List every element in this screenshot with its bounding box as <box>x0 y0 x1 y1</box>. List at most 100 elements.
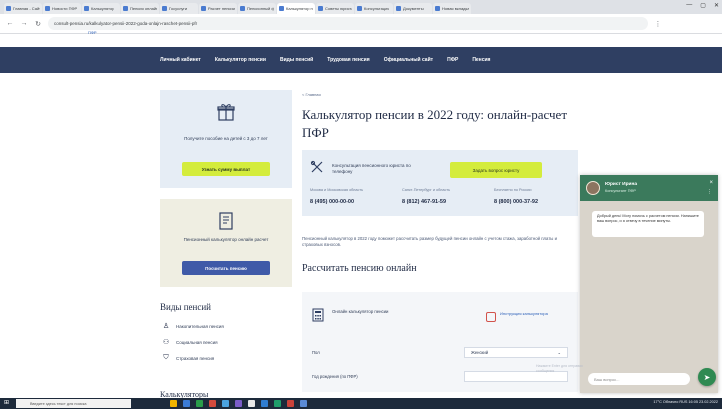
calculator-panel: Онлайн калькулятор пенсии Инструкция кал… <box>302 292 578 392</box>
maximize-icon[interactable]: ▢ <box>700 2 706 9</box>
chat-input[interactable]: Ваш вопрос... <box>588 373 690 385</box>
app-icon[interactable] <box>274 400 281 407</box>
site-nav-item[interactable]: ПФР <box>447 57 458 63</box>
phone-number[interactable]: 8 (812) 467-91-59 <box>402 199 486 205</box>
browser-tab-title: Расчет пенсии <box>208 6 235 11</box>
app-icon[interactable] <box>209 400 216 407</box>
person-icon: ♙ <box>162 323 170 330</box>
address-bar[interactable]: consult-pensia.ru/kalkulyator-pensii-202… <box>48 17 648 30</box>
gender-select[interactable]: Женский ⌄ <box>464 347 568 358</box>
pension-types-heading: Виды пенсий <box>160 302 211 312</box>
chevron-down-icon: ⌄ <box>557 350 561 355</box>
pension-type-item[interactable]: ♙ Накопительная пенсия <box>162 318 224 334</box>
browser-tab[interactable]: Пенсия онлайн <box>121 3 159 14</box>
extensions-icon[interactable]: ⋮ <box>654 20 662 28</box>
avatar <box>586 181 600 195</box>
word-icon[interactable] <box>261 400 268 407</box>
phone-number[interactable]: 8 (495) 000-00-00 <box>310 199 394 205</box>
windows-start-icon[interactable]: ⊞ <box>4 400 11 407</box>
back-icon[interactable]: ← <box>6 20 14 27</box>
browser-tab[interactable]: Новая вкладка <box>433 3 471 14</box>
ask-lawyer-button[interactable]: Задать вопрос юристу <box>450 162 542 178</box>
favicon-icon <box>6 6 11 11</box>
chat-header: Юрист Ирина Консультант ПФР × ⋮ <box>580 175 718 201</box>
app-icon[interactable] <box>287 400 294 407</box>
favicon-icon <box>396 6 401 11</box>
gender-select-value: Женский <box>471 350 489 355</box>
browser-tab-title: Консультация <box>364 6 390 11</box>
chat-message: Добрый день! Могу помочь с расчетом пенс… <box>592 211 704 237</box>
pension-type-item[interactable]: ⛉ Страховая пенсия <box>162 350 224 366</box>
calculator-instructions-link[interactable]: Инструкция калькулятора <box>500 311 556 316</box>
browser-tab-title: Пенсионный фонд <box>247 6 274 11</box>
pension-type-label: Накопительная пенсия <box>176 323 224 329</box>
benefits-amount-button[interactable]: Узнать сумму выплат <box>182 162 270 176</box>
close-icon[interactable]: ✕ <box>714 2 719 9</box>
gender-field-label: Пол <box>312 350 320 355</box>
favicon-icon <box>201 6 206 11</box>
browser-tab-title: Новости ПФР <box>52 6 78 11</box>
phone-item: Бесплатно по России 8 (800) 000-37-92 <box>486 188 578 205</box>
favicon-icon <box>162 6 167 11</box>
browser-tab-title: Новая вкладка <box>442 6 469 11</box>
app-icon[interactable] <box>300 400 307 407</box>
site-nav-item[interactable]: Пенсия <box>472 57 490 63</box>
pension-type-item[interactable]: ⚇ Социальная пенсия <box>162 334 224 350</box>
browser-tab[interactable]: Советы юриста <box>316 3 354 14</box>
phone-item: Москва и Московская область 8 (495) 000-… <box>302 188 394 205</box>
intro-paragraph: Пенсионный калькулятор в 2022 году помож… <box>302 236 557 248</box>
send-icon[interactable]: ➤ <box>698 368 716 386</box>
browser-tab[interactable]: Главная - Сайт <box>4 3 42 14</box>
site-nav-item[interactable]: Виды пенсий <box>280 57 313 63</box>
site-nav-item[interactable]: Личный кабинет <box>160 57 201 63</box>
page-title: Калькулятор пенсии в 2022 году: онлайн-р… <box>302 107 568 140</box>
card-benefits-text: Получите пособие на детей с 3 до 7 лет <box>184 136 268 141</box>
taskbar: ⊞ Введите здесь текст для поиска 17°C Об… <box>0 398 722 409</box>
browser-tab[interactable]: Документы <box>394 3 432 14</box>
site-nav-item[interactable]: Официальный сайт <box>384 57 433 63</box>
browser-toolbar: ← → ↻ consult-pensia.ru/kalkulyator-pens… <box>0 14 722 34</box>
favicon-icon <box>45 6 50 11</box>
chat-agent-name: Юрист Ирина <box>605 182 638 187</box>
phone-label: Бесплатно по России <box>494 188 532 192</box>
close-icon[interactable]: × <box>709 180 713 186</box>
browser-tab[interactable]: Госуслуги <box>160 3 198 14</box>
browser-tab[interactable]: Новости ПФР <box>43 3 81 14</box>
document-icon <box>219 212 233 230</box>
sidebar-card-calculator: Пенсионный калькулятор онлайн расчет Пос… <box>160 199 292 287</box>
sidebar-card-benefits: Получите пособие на детей с 3 до 7 лет У… <box>160 90 292 188</box>
breadcrumb[interactable]: < Главная <box>302 92 321 97</box>
app-icon[interactable] <box>235 400 242 407</box>
app-icon[interactable] <box>196 400 203 407</box>
calculate-pension-button[interactable]: Посчитать пенсию <box>182 261 270 275</box>
chrome-icon[interactable] <box>248 400 255 407</box>
browser-tab[interactable]: Консультация <box>355 3 393 14</box>
reload-icon[interactable]: ↻ <box>34 20 42 28</box>
minimize-icon[interactable]: — <box>686 2 692 9</box>
pension-type-label: Страховая пенсия <box>176 355 215 361</box>
favicon-icon <box>240 6 245 11</box>
browser-tab[interactable]: Калькулятор <box>82 3 120 14</box>
app-icon[interactable] <box>222 400 229 407</box>
edge-icon[interactable] <box>183 400 190 407</box>
tools-icon <box>310 160 323 173</box>
taskbar-search-input[interactable]: Введите здесь текст для поиска <box>16 399 131 408</box>
menu-icon[interactable]: ⋮ <box>707 189 712 195</box>
browser-tab-title: Документы <box>403 6 424 11</box>
shield-icon: ⛉ <box>163 354 169 361</box>
browser-tab-title: Госуслуги <box>169 6 188 11</box>
folder-icon[interactable] <box>170 400 177 407</box>
browser-tab-title: Главная - Сайт <box>13 6 40 11</box>
phone-number[interactable]: 8 (800) 000-37-92 <box>494 199 578 205</box>
site-nav-item[interactable]: Трудовая пенсия <box>327 57 369 63</box>
pension-type-label: Социальная пенсия <box>176 339 218 345</box>
favicon-icon <box>84 6 89 11</box>
consultation-text: Консультация пенсионного юриста по телеф… <box>332 163 411 174</box>
site-nav-item[interactable]: Калькулятор пенсии <box>215 57 266 63</box>
favicon-icon <box>357 6 362 11</box>
browser-tab[interactable]: Расчет пенсии <box>199 3 237 14</box>
browser-tab[interactable]: Пенсионный фонд <box>238 3 276 14</box>
forward-icon[interactable]: → <box>20 20 28 27</box>
people-icon: ⚇ <box>162 339 170 346</box>
browser-tab[interactable]: Калькулятор пенсии <box>277 3 315 14</box>
